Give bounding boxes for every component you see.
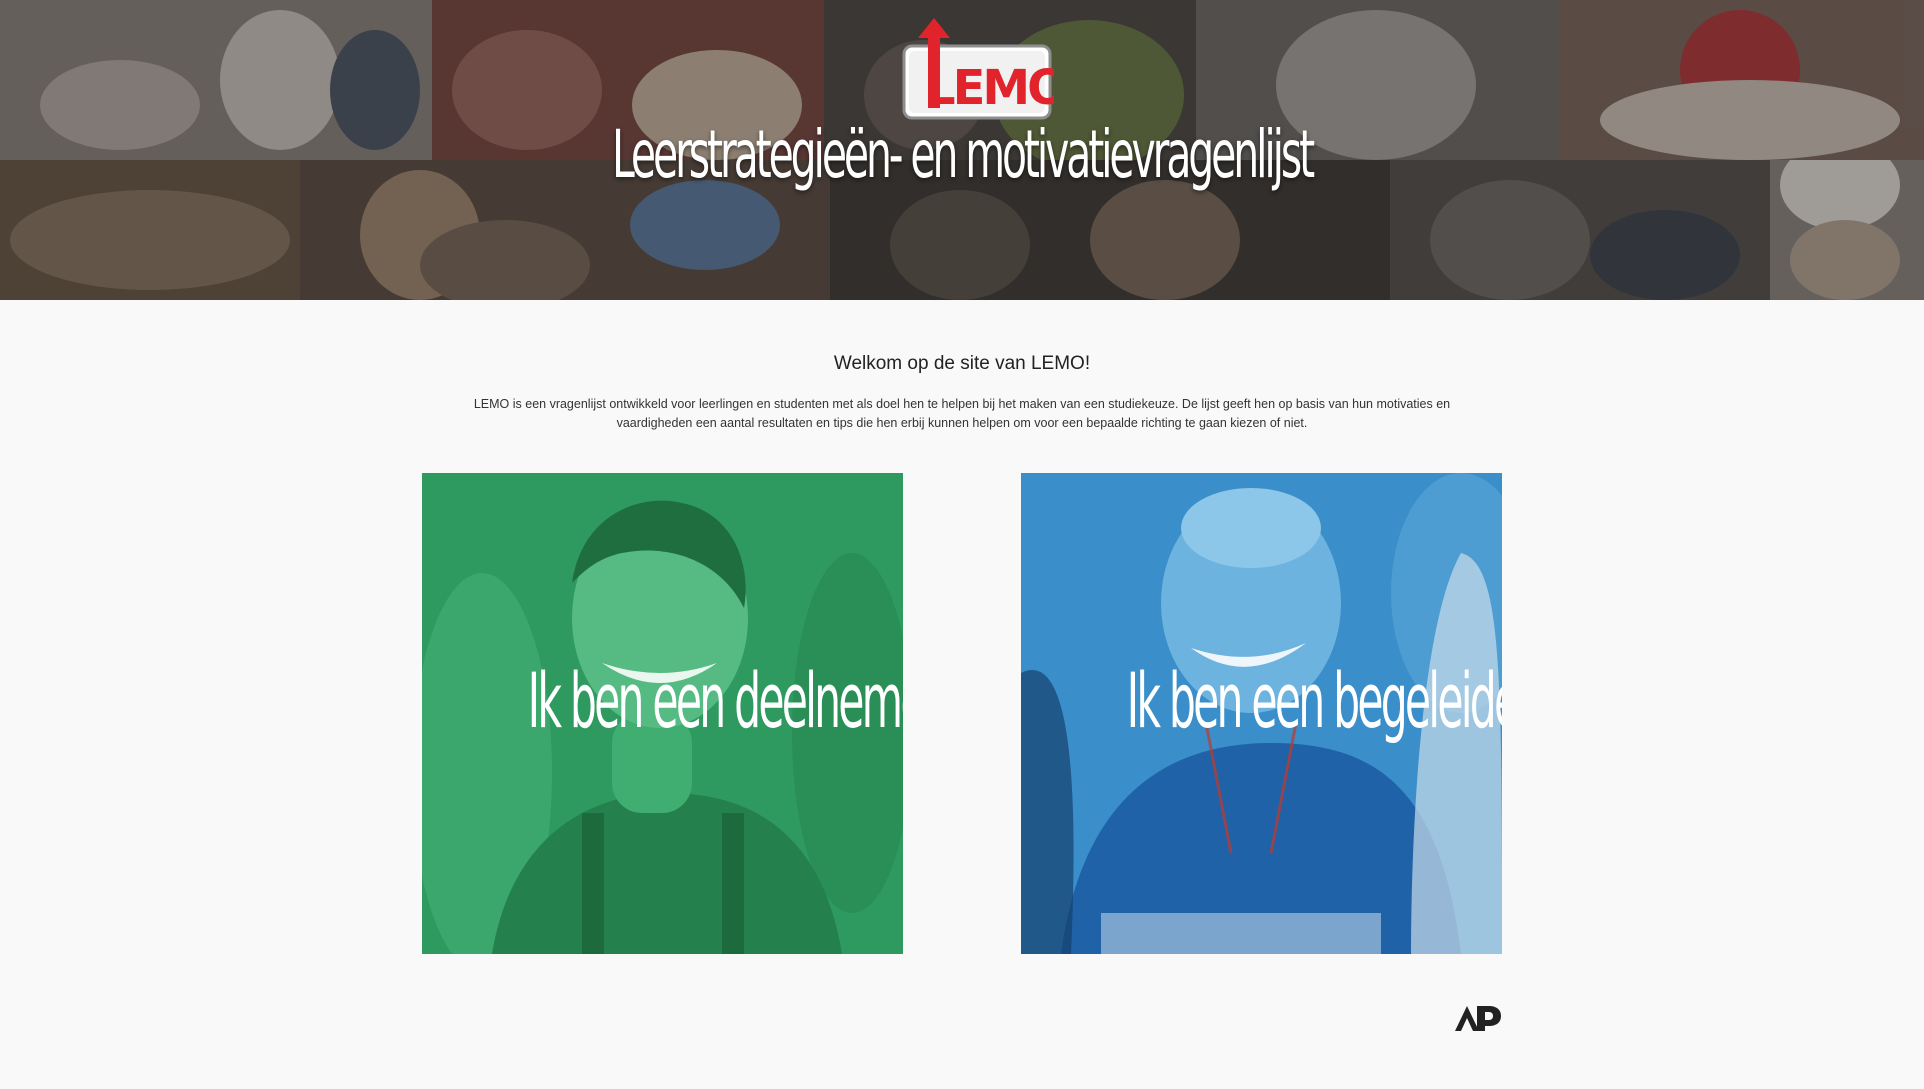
page-title: Leerstrategieën- en motivatievragenlijst bbox=[611, 116, 1315, 193]
welcome-heading: Welkom op de site van LEMO! bbox=[833, 353, 1091, 374]
lemo-logo-text: LEMO bbox=[925, 60, 1054, 116]
participant-card-label: Ik ben een deelnemer bbox=[527, 656, 903, 745]
lemo-logo[interactable]: LEMO bbox=[900, 18, 1054, 122]
supervisor-card-label: Ik ben een begeleider bbox=[1126, 656, 1502, 745]
ap-logo-icon[interactable] bbox=[1455, 1004, 1501, 1032]
hero-banner: LEMO Leerstrategieën- en motivatievragen… bbox=[0, 0, 1924, 300]
participant-card[interactable]: Ik ben een deelnemer bbox=[422, 473, 903, 954]
intro-paragraph: LEMO is een vragenlijst ontwikkeld voor … bbox=[473, 397, 1451, 430]
supervisor-card[interactable]: Ik ben een begeleider bbox=[1021, 473, 1502, 954]
